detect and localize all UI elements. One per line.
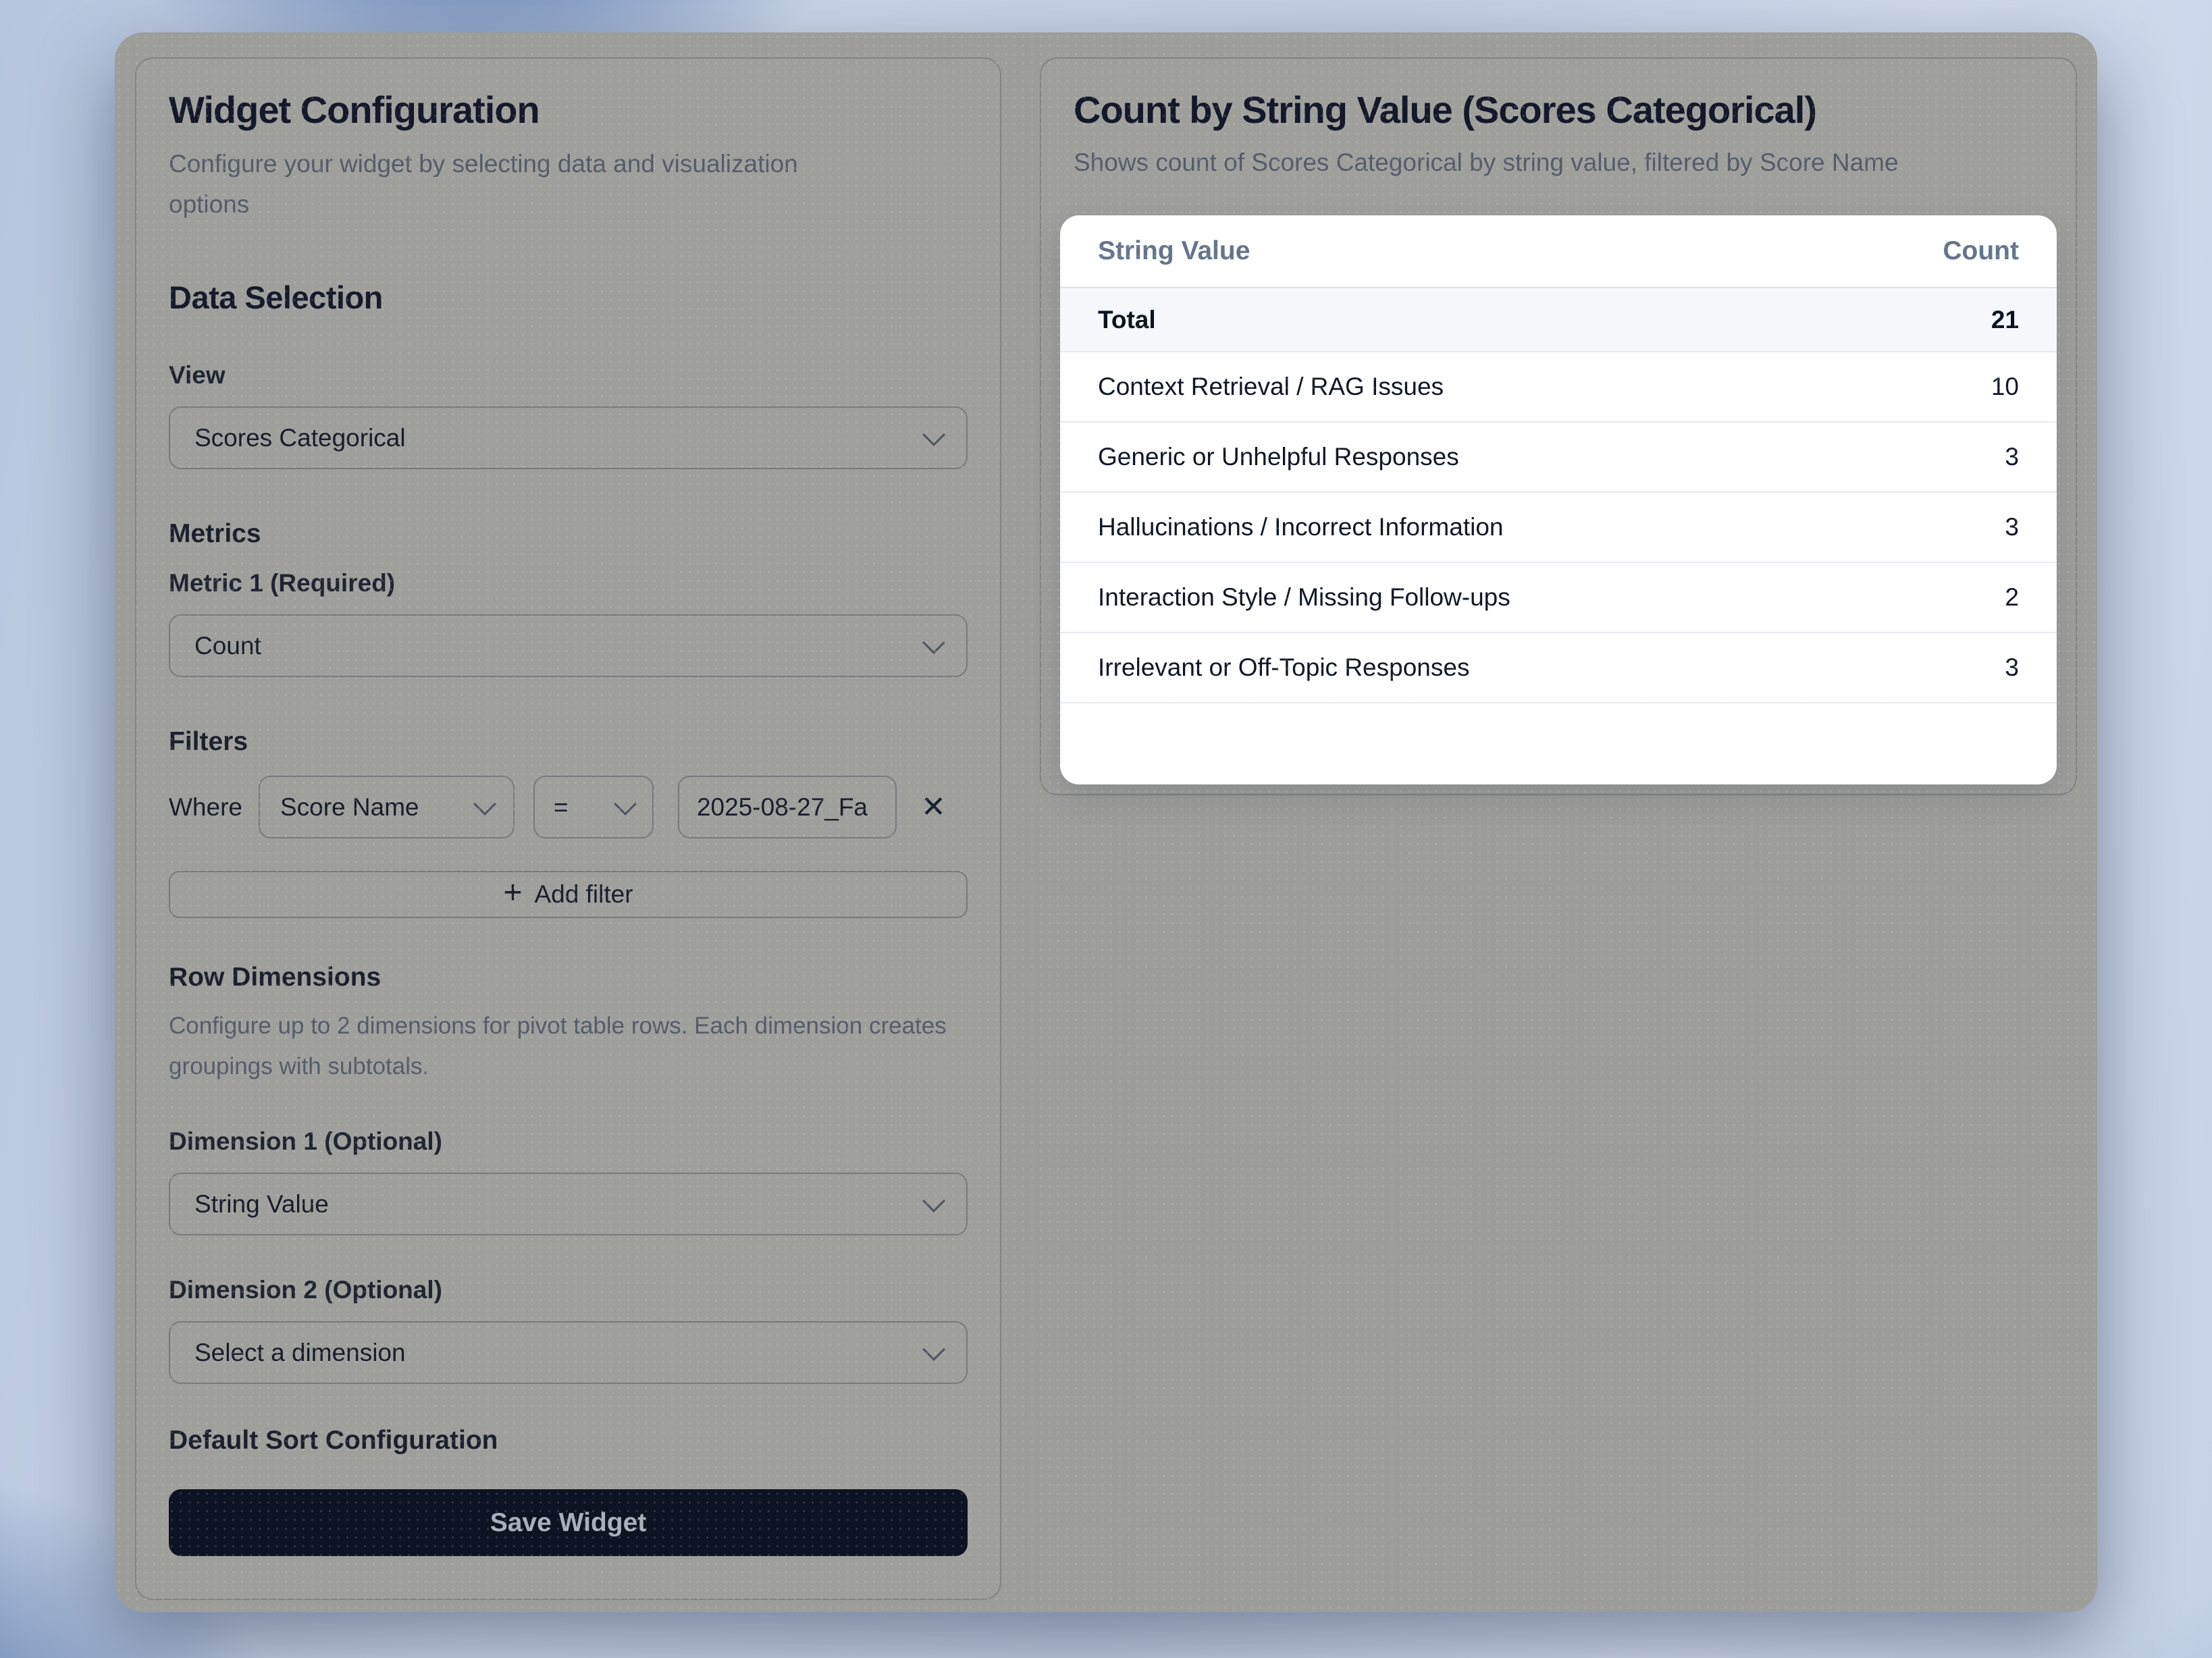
preview-panel: Count by String Value (Scores Categorica… bbox=[1040, 57, 2077, 795]
table-row: Interaction Style / Missing Follow-ups 2 bbox=[1060, 563, 2057, 633]
table-row: Irrelevant or Off-Topic Responses 3 bbox=[1060, 633, 2057, 703]
add-filter-label: Add filter bbox=[535, 880, 633, 909]
filter-value-input[interactable]: 2025-08-27_Fa bbox=[678, 776, 897, 838]
dimension2-select[interactable]: Select a dimension bbox=[169, 1321, 968, 1384]
filter-value-text: 2025-08-27_Fa bbox=[697, 793, 868, 822]
row-label: Interaction Style / Missing Follow-ups bbox=[1098, 583, 1510, 612]
view-select-value: Scores Categorical bbox=[194, 424, 406, 452]
metric1-select-value: Count bbox=[194, 632, 261, 660]
chevron-down-icon bbox=[922, 1338, 945, 1361]
config-title: Widget Configuration bbox=[169, 87, 968, 133]
save-widget-button[interactable]: Save Widget bbox=[169, 1489, 968, 1556]
data-selection-heading: Data Selection bbox=[169, 279, 968, 317]
column-header-string-value: String Value bbox=[1098, 236, 1250, 266]
row-count: 2 bbox=[2005, 583, 2019, 612]
filter-field-select[interactable]: Score Name bbox=[259, 776, 515, 838]
where-label: Where bbox=[169, 793, 242, 822]
dimension1-label: Dimension 1 (Optional) bbox=[169, 1126, 968, 1156]
view-label: View bbox=[169, 360, 968, 390]
column-header-count: Count bbox=[1943, 236, 2019, 266]
metrics-heading: Metrics bbox=[169, 518, 968, 550]
dimension2-select-value: Select a dimension bbox=[194, 1339, 406, 1367]
widget-config-dialog: Widget Configuration Configure your widg… bbox=[115, 32, 2097, 1612]
preview-table: String Value Count Total 21 Context Retr… bbox=[1060, 215, 2057, 784]
row-count: 3 bbox=[2005, 443, 2019, 471]
default-sort-heading: Default Sort Configuration bbox=[169, 1424, 968, 1457]
plus-icon: + bbox=[503, 877, 522, 909]
chevron-down-icon bbox=[922, 1189, 945, 1212]
chevron-down-icon bbox=[922, 631, 945, 654]
filter-row: Where Score Name = 2025-08-27_Fa ✕ bbox=[169, 776, 968, 838]
metric1-label: Metric 1 (Required) bbox=[169, 568, 968, 598]
total-label: Total bbox=[1098, 306, 1156, 334]
remove-filter-button[interactable]: ✕ bbox=[917, 793, 950, 822]
metric1-select[interactable]: Count bbox=[169, 614, 968, 677]
chevron-down-icon bbox=[473, 793, 496, 815]
filter-field-value: Score Name bbox=[280, 793, 419, 822]
chevron-down-icon bbox=[614, 793, 637, 815]
row-label: Context Retrieval / RAG Issues bbox=[1098, 373, 1444, 401]
table-row-total: Total 21 bbox=[1060, 288, 2057, 352]
config-panel: Widget Configuration Configure your widg… bbox=[135, 57, 1001, 1600]
add-filter-button[interactable]: + Add filter bbox=[169, 871, 968, 918]
row-label: Irrelevant or Off-Topic Responses bbox=[1098, 653, 1469, 682]
filter-operator-select[interactable]: = bbox=[533, 776, 654, 838]
chevron-down-icon bbox=[922, 423, 945, 446]
row-count: 3 bbox=[2005, 653, 2019, 682]
table-header-row: String Value Count bbox=[1060, 215, 2057, 288]
dimension1-select-value: String Value bbox=[194, 1190, 329, 1219]
row-dimensions-description: Configure up to 2 dimensions for pivot t… bbox=[169, 1006, 959, 1087]
dimension1-select[interactable]: String Value bbox=[169, 1173, 968, 1235]
row-count: 10 bbox=[1991, 373, 2019, 401]
row-count: 3 bbox=[2005, 513, 2019, 541]
filters-heading: Filters bbox=[169, 726, 968, 758]
preview-title: Count by String Value (Scores Categorica… bbox=[1074, 87, 2043, 133]
config-subtitle: Configure your widget by selecting data … bbox=[169, 144, 858, 225]
row-dimensions-heading: Row Dimensions bbox=[169, 961, 968, 994]
table-row: Context Retrieval / RAG Issues 10 bbox=[1060, 352, 2057, 423]
table-row: Hallucinations / Incorrect Information 3 bbox=[1060, 493, 2057, 563]
preview-subtitle: Shows count of Scores Categorical by str… bbox=[1074, 142, 2043, 183]
filter-operator-value: = bbox=[554, 793, 569, 822]
table-bottom-spacer bbox=[1060, 703, 2057, 783]
view-select[interactable]: Scores Categorical bbox=[169, 406, 968, 469]
row-label: Generic or Unhelpful Responses bbox=[1098, 443, 1459, 471]
table-row: Generic or Unhelpful Responses 3 bbox=[1060, 423, 2057, 493]
row-label: Hallucinations / Incorrect Information bbox=[1098, 513, 1504, 541]
dimension2-label: Dimension 2 (Optional) bbox=[169, 1275, 968, 1305]
close-icon: ✕ bbox=[921, 791, 946, 824]
total-count: 21 bbox=[1991, 306, 2019, 334]
